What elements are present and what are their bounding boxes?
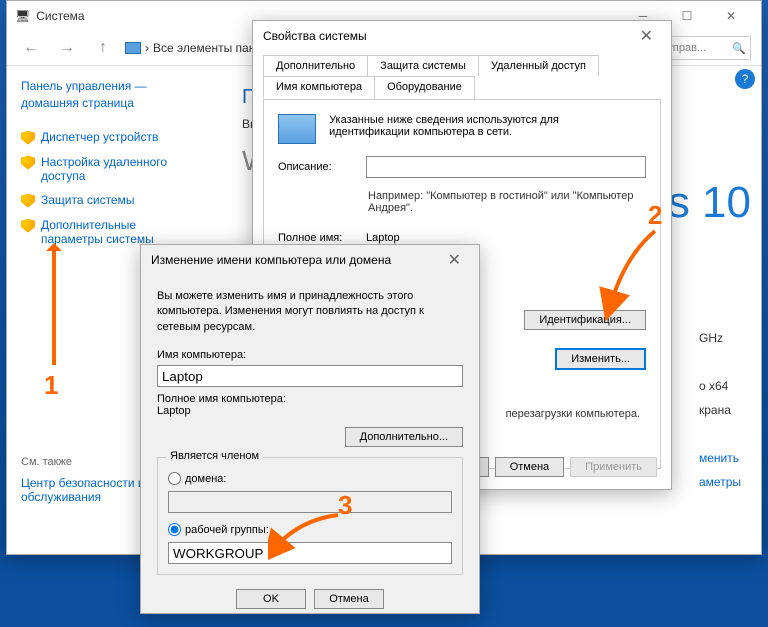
sidebar-item-device-manager[interactable]: Диспетчер устройств [21,130,198,145]
up-arrow-icon[interactable]: ↑ [89,34,117,62]
dialog-titlebar: Изменение имени компьютера или домена ✕ [141,245,479,275]
computer-name-label: Имя компьютера: [157,349,463,361]
more-button[interactable]: Дополнительно... [345,427,463,447]
monitor-icon [278,114,316,144]
close-icon[interactable]: ✕ [440,250,469,270]
params-link[interactable]: аметры [699,470,741,494]
system-info: GHz о x64 крана менить аметры [699,326,741,494]
shield-icon [21,131,35,145]
workgroup-radio[interactable] [168,523,181,536]
tab-remote[interactable]: Удаленный доступ [478,55,599,76]
tab-hardware[interactable]: Оборудование [374,76,475,99]
shield-icon [21,156,35,170]
windows-10-text: s 10 [668,178,751,228]
fullname-value: Laptop [157,405,463,417]
description-hint: Например: "Компьютер в гостиной" или "Ко… [368,190,646,214]
close-button[interactable]: ✕ [709,2,753,30]
dialog-title: Свойства системы [263,29,367,43]
domain-radio[interactable] [168,472,181,485]
workgroup-label: рабочей группы: [185,524,269,536]
description-label: Описание: [278,161,358,173]
cancel-button[interactable]: Отмена [495,457,564,477]
shield-icon [21,219,35,233]
description-input[interactable] [366,156,646,178]
ok-button[interactable]: OK [236,589,306,609]
dialog-titlebar: Свойства системы ✕ [253,21,671,51]
close-icon[interactable]: ✕ [632,26,661,46]
cancel-button[interactable]: Отмена [314,589,384,609]
info-text: Указанные ниже сведения используются для… [329,114,629,138]
control-panel-home-link[interactable]: Панель управления — домашняя страница [21,78,198,112]
forward-arrow-icon[interactable]: → [53,34,81,62]
dialog-title: Изменение имени компьютера или домена [151,253,391,267]
change-button[interactable]: Изменить... [555,348,646,370]
sidebar-item-remote[interactable]: Настройка удаленного доступа [21,155,198,183]
monitor-icon [125,42,141,54]
breadcrumb-text: Все элементы пан [153,41,255,55]
back-arrow-icon[interactable]: ← [17,34,45,62]
shield-icon [21,194,35,208]
window-title: Система [36,9,84,23]
fullname-label: Полное имя: [278,232,358,244]
tab-computer-name[interactable]: Имя компьютера [263,76,375,99]
annotation-arrow-2 [605,226,655,306]
domain-label: домена: [185,473,226,485]
apply-button[interactable]: Применить [570,457,657,477]
sidebar-item-protection[interactable]: Защита системы [21,193,198,208]
restart-note: перезагрузки компьютера. [506,408,640,420]
tab-protection[interactable]: Защита системы [367,55,479,76]
fullname-value: Laptop [366,232,400,244]
computer-icon: 🖥 [15,9,30,23]
tab-advanced[interactable]: Дополнительно [263,55,368,76]
fullname-label: Полное имя компьютера: [157,393,463,405]
membership-legend: Является членом [166,450,263,462]
change-link[interactable]: менить [699,446,741,470]
search-icon: 🔍 [732,42,746,55]
annotation-arrow-3 [268,510,328,540]
computer-name-input[interactable] [157,365,463,387]
rename-description: Вы можете изменить имя и принадлежность … [157,289,463,335]
annotation-arrow-1 [52,245,56,365]
